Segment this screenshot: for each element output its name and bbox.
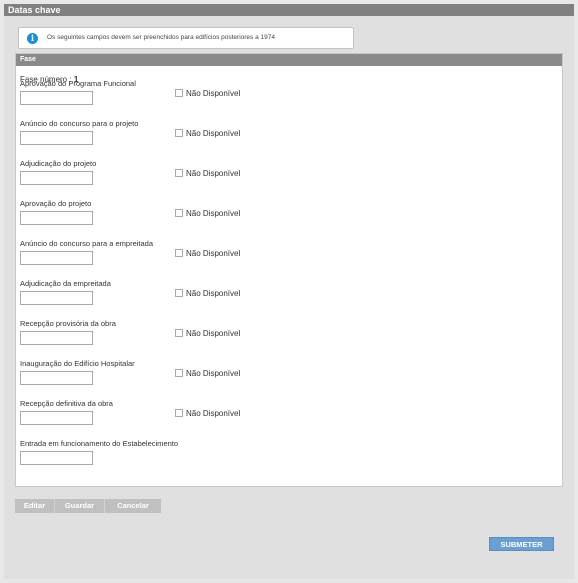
nao-disponivel-option[interactable]: Não Disponível	[175, 128, 240, 138]
page: Datas chave i Os seguintes campos devem …	[0, 0, 578, 583]
submit-button[interactable]: SUBMETER	[489, 537, 554, 551]
nao-disponivel-option[interactable]: Não Disponível	[175, 168, 240, 178]
field-recepcao-provisoria-obra: Recepção provisória da obra Não Disponív…	[20, 319, 540, 353]
field-label: Anúncio do concurso para o projeto	[20, 119, 139, 128]
nao-disponivel-label: Não Disponível	[186, 408, 241, 418]
nao-disponivel-checkbox[interactable]	[175, 169, 183, 177]
field-label: Adjudicação do projeto	[20, 159, 97, 168]
field-aprovacao-projeto: Aprovação do projeto Não Disponível	[20, 199, 540, 233]
nao-disponivel-checkbox[interactable]	[175, 129, 183, 137]
key-dates-panel: i Os seguintes campos devem ser preenchi…	[4, 16, 574, 579]
nao-disponivel-label: Não Disponível	[186, 128, 241, 138]
date-input-adjudicacao-projeto[interactable]	[20, 171, 93, 185]
form-actions: Editar Guardar Cancelar	[15, 499, 161, 513]
field-aprovacao-programa-funcional: Aprovação do Programa Funcional Não Disp…	[20, 79, 540, 113]
save-button[interactable]: Guardar	[55, 499, 105, 513]
nao-disponivel-option[interactable]: Não Disponível	[175, 248, 240, 258]
field-adjudicacao-projeto: Adjudicação do projeto Não Disponível	[20, 159, 540, 193]
nao-disponivel-option[interactable]: Não Disponível	[175, 288, 240, 298]
field-entrada-funcionamento: Entrada em funcionamento do Estabelecime…	[20, 439, 540, 473]
fase-header: Fase	[16, 54, 562, 66]
date-input-adjudicacao-empreitada[interactable]	[20, 291, 93, 305]
nao-disponivel-label: Não Disponível	[186, 88, 241, 98]
field-recepcao-definitiva-obra: Recepção definitiva da obra Não Disponív…	[20, 399, 540, 433]
nao-disponivel-label: Não Disponível	[186, 328, 241, 338]
section-title-bar: Datas chave	[4, 4, 574, 16]
date-input-recepcao-provisoria-obra[interactable]	[20, 331, 93, 345]
nao-disponivel-option[interactable]: Não Disponível	[175, 208, 240, 218]
cancel-button[interactable]: Cancelar	[105, 499, 161, 513]
fase-header-title: Fase	[20, 56, 36, 63]
field-anuncio-concurso-empreitada: Anúncio do concurso para a empreitada Nã…	[20, 239, 540, 273]
nao-disponivel-option[interactable]: Não Disponível	[175, 328, 240, 338]
edit-button[interactable]: Editar	[15, 499, 55, 513]
field-label: Adjudicação da empreitada	[20, 279, 111, 288]
nao-disponivel-checkbox[interactable]	[175, 249, 183, 257]
info-message: i Os seguintes campos devem ser preenchi…	[18, 27, 354, 49]
field-label: Recepção provisória da obra	[20, 319, 116, 328]
field-adjudicacao-empreitada: Adjudicação da empreitada Não Disponível	[20, 279, 540, 313]
date-input-entrada-funcionamento[interactable]	[20, 451, 93, 465]
field-label: Aprovação do projeto	[20, 199, 92, 208]
nao-disponivel-option[interactable]: Não Disponível	[175, 408, 240, 418]
field-inauguracao-edificio-hospitalar: Inauguração do Edifício Hospitalar Não D…	[20, 359, 540, 393]
field-anuncio-concurso-projeto: Anúncio do concurso para o projeto Não D…	[20, 119, 540, 153]
field-label: Anúncio do concurso para a empreitada	[20, 239, 154, 248]
nao-disponivel-option[interactable]: Não Disponível	[175, 88, 240, 98]
nao-disponivel-label: Não Disponível	[186, 248, 241, 258]
info-icon: i	[27, 33, 38, 44]
date-input-inauguracao-edificio-hospitalar[interactable]	[20, 371, 93, 385]
field-label: Entrada em funcionamento do Estabelecime…	[20, 439, 179, 448]
date-input-recepcao-definitiva-obra[interactable]	[20, 411, 93, 425]
date-input-aprovacao-programa-funcional[interactable]	[20, 91, 93, 105]
nao-disponivel-option[interactable]: Não Disponível	[175, 368, 240, 378]
nao-disponivel-checkbox[interactable]	[175, 369, 183, 377]
nao-disponivel-label: Não Disponível	[186, 288, 241, 298]
date-input-aprovacao-projeto[interactable]	[20, 211, 93, 225]
nao-disponivel-checkbox[interactable]	[175, 329, 183, 337]
date-input-anuncio-concurso-empreitada[interactable]	[20, 251, 93, 265]
nao-disponivel-checkbox[interactable]	[175, 289, 183, 297]
section-title: Datas chave	[8, 5, 61, 15]
nao-disponivel-label: Não Disponível	[186, 368, 241, 378]
nao-disponivel-checkbox[interactable]	[175, 409, 183, 417]
date-input-anuncio-concurso-projeto[interactable]	[20, 131, 93, 145]
nao-disponivel-checkbox[interactable]	[175, 89, 183, 97]
field-label: Recepção definitiva da obra	[20, 399, 113, 408]
info-message-text: Os seguintes campos devem ser preenchido…	[47, 34, 275, 41]
field-label: Inauguração do Edifício Hospitalar	[20, 359, 135, 368]
nao-disponivel-label: Não Disponível	[186, 208, 241, 218]
nao-disponivel-checkbox[interactable]	[175, 209, 183, 217]
nao-disponivel-label: Não Disponível	[186, 168, 241, 178]
field-label: Aprovação do Programa Funcional	[20, 79, 136, 88]
fase-panel: Fase Fase número : 1 Aprovação do Progra…	[15, 53, 563, 487]
